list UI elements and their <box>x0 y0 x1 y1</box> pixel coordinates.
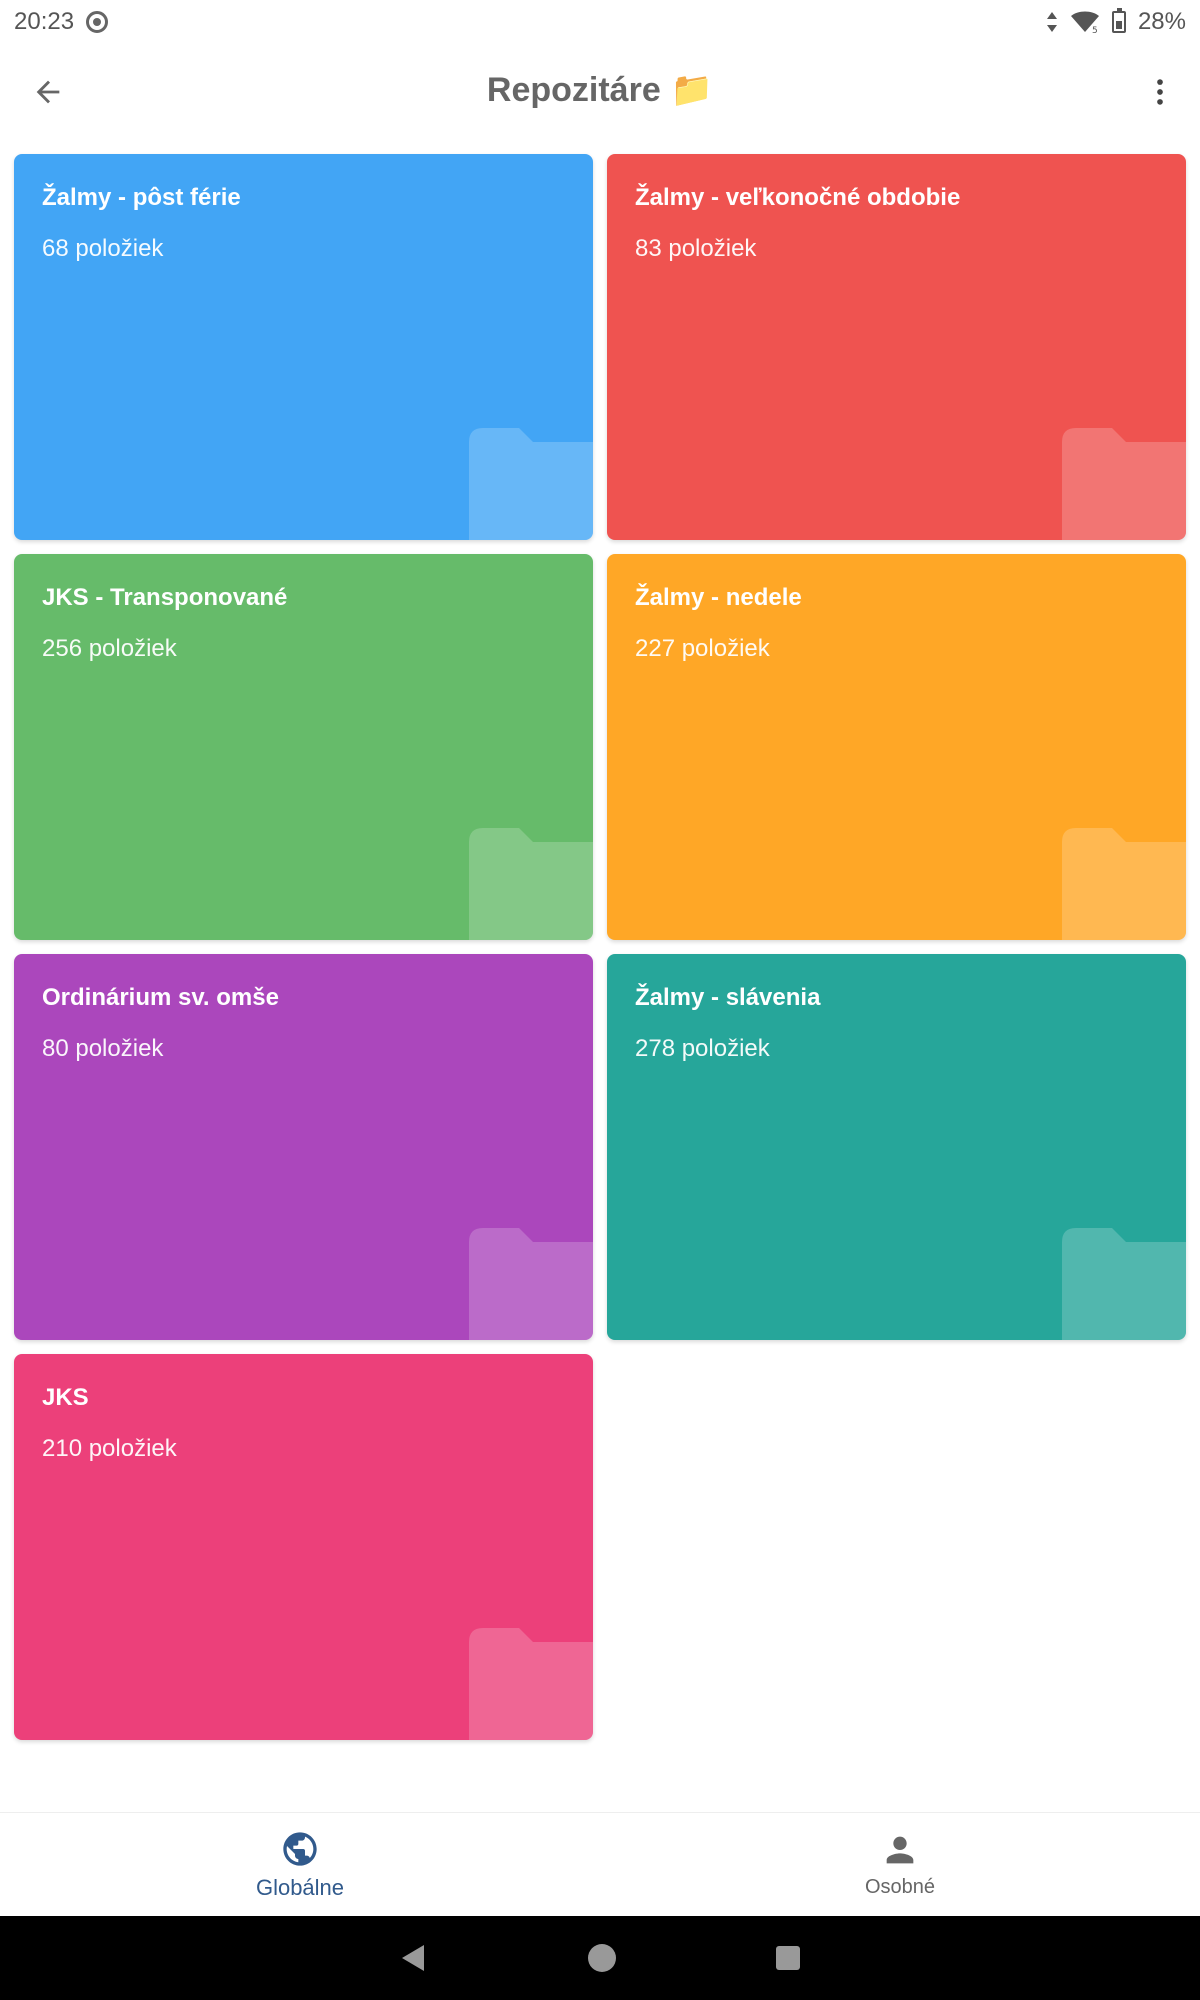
folder-icon <box>1062 1228 1186 1340</box>
status-right: 5 28% <box>1046 8 1186 36</box>
system-recents-button[interactable] <box>774 1944 802 1972</box>
repository-card[interactable]: Žalmy - slávenia 278 položiek <box>607 954 1186 1340</box>
more-options-button[interactable] <box>1134 66 1186 118</box>
repository-card[interactable]: Žalmy - pôst férie 68 položiek <box>14 154 593 540</box>
arrow-back-icon <box>36 80 60 104</box>
triangle-back-icon <box>402 1945 424 1971</box>
card-count: 256 položiek <box>42 634 177 662</box>
status-left: 20:23 <box>14 8 109 36</box>
card-count: 278 položiek <box>635 1034 770 1062</box>
battery-icon <box>1111 8 1126 33</box>
nav-label-personal: Osobné <box>864 1876 936 1898</box>
card-count: 80 položiek <box>42 1034 164 1062</box>
nav-item-personal[interactable]: Osobné <box>600 1813 1200 1916</box>
card-title: JKS - Transponované <box>42 584 288 611</box>
system-navigation-bar <box>0 1916 1200 2000</box>
status-time: 20:23 <box>14 8 75 35</box>
repository-card[interactable]: Žalmy - nedele 227 položiek <box>607 554 1186 940</box>
system-home-button[interactable] <box>586 1942 618 1974</box>
app-bar: Repozitáre 📁 <box>0 44 1200 136</box>
bottom-navigation: Globálne Osobné <box>0 1812 1200 1916</box>
card-title: Žalmy - slávenia <box>635 984 821 1011</box>
folder-icon <box>469 1228 593 1340</box>
globe-icon <box>283 1831 317 1866</box>
nav-item-global[interactable]: Globálne <box>0 1813 600 1916</box>
circle-home-icon <box>588 1944 616 1972</box>
page-title-text: Repozitáre <box>486 70 661 109</box>
card-title: Ordinárium sv. omše <box>42 984 279 1011</box>
card-count: 68 položiek <box>42 234 164 262</box>
system-back-button[interactable] <box>398 1942 430 1974</box>
folder-icon <box>1062 428 1186 540</box>
card-count: 83 položiek <box>635 234 757 262</box>
folder-icon <box>1062 828 1186 940</box>
folder-emoji: 📁 <box>670 71 714 109</box>
more-vert-icon <box>1157 79 1163 105</box>
back-button[interactable] <box>22 66 74 118</box>
nav-label-global: Globálne <box>255 1874 345 1900</box>
repository-card[interactable]: Žalmy - veľkonočné obdobie 83 položiek <box>607 154 1186 540</box>
data-arrows-icon <box>1046 12 1057 32</box>
svg-text:5: 5 <box>1092 26 1098 34</box>
page-title: Repozitáre 📁 <box>487 70 713 110</box>
card-count: 210 položiek <box>42 1434 177 1462</box>
folder-icon <box>469 428 593 540</box>
battery-percent: 28% <box>1137 8 1186 35</box>
square-recents-icon <box>776 1946 800 1970</box>
card-title: Žalmy - veľkonočné obdobie <box>635 184 961 211</box>
card-count: 227 položiek <box>635 634 770 662</box>
folder-icon <box>469 828 593 940</box>
folder-icon <box>469 1628 593 1740</box>
card-title: Žalmy - pôst férie <box>42 184 241 211</box>
wifi-icon: 5 <box>1070 11 1099 34</box>
repository-card[interactable]: Ordinárium sv. omše 80 položiek <box>14 954 593 1340</box>
card-title: JKS <box>42 1384 89 1411</box>
person-icon <box>886 1836 914 1864</box>
repository-card[interactable]: JKS 210 položiek <box>14 1354 593 1740</box>
repository-grid: Žalmy - pôst férie 68 položiek Žalmy - v… <box>14 154 1186 1740</box>
status-bar: 20:23 5 28% <box>0 0 1200 44</box>
card-title: Žalmy - nedele <box>635 584 802 611</box>
screen-record-icon <box>86 11 109 33</box>
repository-card[interactable]: JKS - Transponované 256 položiek <box>14 554 593 940</box>
screen: 20:23 5 28% Repozitáre 📁 Žalmy - pôst fé… <box>0 0 1200 2000</box>
